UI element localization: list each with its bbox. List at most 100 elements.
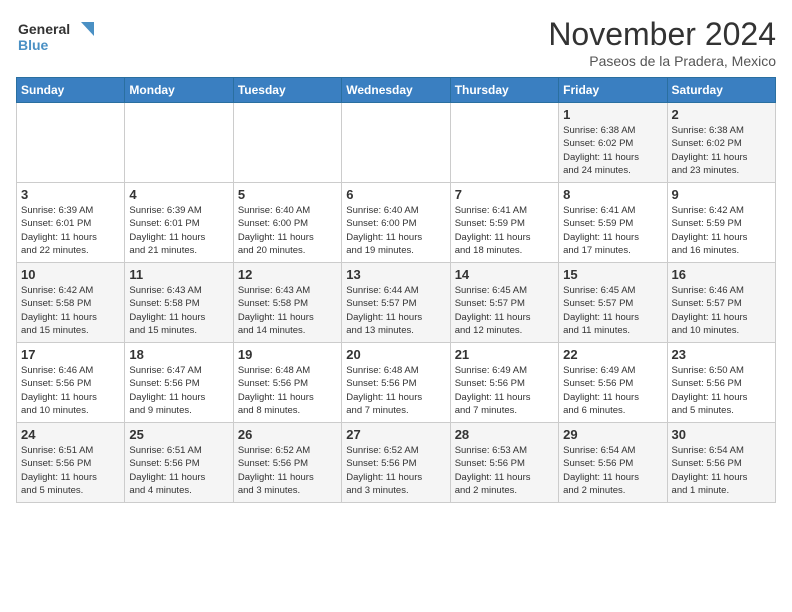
- day-number: 24: [21, 427, 120, 442]
- day-info: Sunrise: 6:48 AM Sunset: 5:56 PM Dayligh…: [238, 364, 337, 417]
- day-info: Sunrise: 6:53 AM Sunset: 5:56 PM Dayligh…: [455, 444, 554, 497]
- location: Paseos de la Pradera, Mexico: [548, 53, 776, 69]
- day-number: 28: [455, 427, 554, 442]
- calendar-cell: 25 Sunrise: 6:51 AM Sunset: 5:56 PM Dayli…: [125, 423, 233, 503]
- logo-svg: General Blue: [16, 16, 96, 60]
- day-info: Sunrise: 6:51 AM Sunset: 5:56 PM Dayligh…: [129, 444, 228, 497]
- calendar-cell: 24 Sunrise: 6:51 AM Sunset: 5:56 PM Dayli…: [17, 423, 125, 503]
- day-info: Sunrise: 6:52 AM Sunset: 5:56 PM Dayligh…: [238, 444, 337, 497]
- day-info: Sunrise: 6:50 AM Sunset: 5:56 PM Dayligh…: [672, 364, 771, 417]
- calendar-cell: 14 Sunrise: 6:45 AM Sunset: 5:57 PM Dayli…: [450, 263, 558, 343]
- calendar-cell: 26 Sunrise: 6:52 AM Sunset: 5:56 PM Dayli…: [233, 423, 341, 503]
- calendar-cell: 28 Sunrise: 6:53 AM Sunset: 5:56 PM Dayli…: [450, 423, 558, 503]
- day-number: 9: [672, 187, 771, 202]
- day-info: Sunrise: 6:40 AM Sunset: 6:00 PM Dayligh…: [238, 204, 337, 257]
- calendar-week-4: 17Sunrise: 6:46 AM Sunset: 5:56 PM Dayli…: [17, 343, 776, 423]
- day-number: 18: [129, 347, 228, 362]
- day-info: Sunrise: 6:52 AM Sunset: 5:56 PM Dayligh…: [346, 444, 445, 497]
- day-number: 26: [238, 427, 337, 442]
- day-info: Sunrise: 6:46 AM Sunset: 5:56 PM Dayligh…: [21, 364, 120, 417]
- day-number: 30: [672, 427, 771, 442]
- day-info: Sunrise: 6:49 AM Sunset: 5:56 PM Dayligh…: [455, 364, 554, 417]
- day-number: 29: [563, 427, 662, 442]
- day-info: Sunrise: 6:39 AM Sunset: 6:01 PM Dayligh…: [21, 204, 120, 257]
- calendar-cell: 3 Sunrise: 6:39 AM Sunset: 6:01 PM Daylig…: [17, 183, 125, 263]
- calendar-cell: 16Sunrise: 6:46 AM Sunset: 5:57 PM Dayli…: [667, 263, 775, 343]
- calendar-cell: [450, 103, 558, 183]
- header-friday: Friday: [559, 78, 667, 103]
- day-info: Sunrise: 6:43 AM Sunset: 5:58 PM Dayligh…: [238, 284, 337, 337]
- day-number: 16: [672, 267, 771, 282]
- day-info: Sunrise: 6:38 AM Sunset: 6:02 PM Dayligh…: [672, 124, 771, 177]
- calendar-cell: [342, 103, 450, 183]
- day-number: 15: [563, 267, 662, 282]
- header-wednesday: Wednesday: [342, 78, 450, 103]
- calendar-cell: 21 Sunrise: 6:49 AM Sunset: 5:56 PM Dayli…: [450, 343, 558, 423]
- calendar-cell: 7Sunrise: 6:41 AM Sunset: 5:59 PM Daylig…: [450, 183, 558, 263]
- day-number: 2: [672, 107, 771, 122]
- page-header: General Blue November 2024 Paseos de la …: [16, 16, 776, 69]
- calendar-table: SundayMondayTuesdayWednesdayThursdayFrid…: [16, 77, 776, 503]
- day-number: 5: [238, 187, 337, 202]
- day-number: 21: [455, 347, 554, 362]
- calendar-cell: 12 Sunrise: 6:43 AM Sunset: 5:58 PM Dayli…: [233, 263, 341, 343]
- calendar-cell: 23 Sunrise: 6:50 AM Sunset: 5:56 PM Dayli…: [667, 343, 775, 423]
- calendar-cell: 1Sunrise: 6:38 AM Sunset: 6:02 PM Daylig…: [559, 103, 667, 183]
- calendar-cell: 2 Sunrise: 6:38 AM Sunset: 6:02 PM Daylig…: [667, 103, 775, 183]
- calendar-cell: 19Sunrise: 6:48 AM Sunset: 5:56 PM Dayli…: [233, 343, 341, 423]
- day-info: Sunrise: 6:47 AM Sunset: 5:56 PM Dayligh…: [129, 364, 228, 417]
- day-number: 6: [346, 187, 445, 202]
- calendar-cell: 13Sunrise: 6:44 AM Sunset: 5:57 PM Dayli…: [342, 263, 450, 343]
- day-number: 3: [21, 187, 120, 202]
- calendar-cell: 29 Sunrise: 6:54 AM Sunset: 5:56 PM Dayli…: [559, 423, 667, 503]
- day-number: 23: [672, 347, 771, 362]
- day-number: 8: [563, 187, 662, 202]
- day-number: 11: [129, 267, 228, 282]
- calendar-cell: 17Sunrise: 6:46 AM Sunset: 5:56 PM Dayli…: [17, 343, 125, 423]
- header-tuesday: Tuesday: [233, 78, 341, 103]
- calendar-cell: 30 Sunrise: 6:54 AM Sunset: 5:56 PM Dayli…: [667, 423, 775, 503]
- day-info: Sunrise: 6:54 AM Sunset: 5:56 PM Dayligh…: [672, 444, 771, 497]
- day-info: Sunrise: 6:49 AM Sunset: 5:56 PM Dayligh…: [563, 364, 662, 417]
- calendar-header-row: SundayMondayTuesdayWednesdayThursdayFrid…: [17, 78, 776, 103]
- calendar-cell: 27 Sunrise: 6:52 AM Sunset: 5:56 PM Dayli…: [342, 423, 450, 503]
- calendar-cell: 15 Sunrise: 6:45 AM Sunset: 5:57 PM Dayli…: [559, 263, 667, 343]
- svg-text:Blue: Blue: [18, 37, 49, 53]
- calendar-cell: 8 Sunrise: 6:41 AM Sunset: 5:59 PM Daylig…: [559, 183, 667, 263]
- month-title: November 2024: [548, 16, 776, 53]
- day-info: Sunrise: 6:45 AM Sunset: 5:57 PM Dayligh…: [563, 284, 662, 337]
- day-info: Sunrise: 6:51 AM Sunset: 5:56 PM Dayligh…: [21, 444, 120, 497]
- calendar-cell: 9 Sunrise: 6:42 AM Sunset: 5:59 PM Daylig…: [667, 183, 775, 263]
- day-info: Sunrise: 6:39 AM Sunset: 6:01 PM Dayligh…: [129, 204, 228, 257]
- day-number: 27: [346, 427, 445, 442]
- calendar-cell: [233, 103, 341, 183]
- calendar-cell: 22 Sunrise: 6:49 AM Sunset: 5:56 PM Dayli…: [559, 343, 667, 423]
- day-info: Sunrise: 6:40 AM Sunset: 6:00 PM Dayligh…: [346, 204, 445, 257]
- calendar-cell: 18 Sunrise: 6:47 AM Sunset: 5:56 PM Dayli…: [125, 343, 233, 423]
- day-info: Sunrise: 6:41 AM Sunset: 5:59 PM Dayligh…: [563, 204, 662, 257]
- day-number: 22: [563, 347, 662, 362]
- header-sunday: Sunday: [17, 78, 125, 103]
- calendar-cell: 10 Sunrise: 6:42 AM Sunset: 5:58 PM Dayli…: [17, 263, 125, 343]
- day-number: 10: [21, 267, 120, 282]
- day-number: 13: [346, 267, 445, 282]
- day-info: Sunrise: 6:41 AM Sunset: 5:59 PM Dayligh…: [455, 204, 554, 257]
- calendar-week-1: 1Sunrise: 6:38 AM Sunset: 6:02 PM Daylig…: [17, 103, 776, 183]
- day-info: Sunrise: 6:54 AM Sunset: 5:56 PM Dayligh…: [563, 444, 662, 497]
- day-number: 25: [129, 427, 228, 442]
- calendar-cell: 20Sunrise: 6:48 AM Sunset: 5:56 PM Dayli…: [342, 343, 450, 423]
- logo: General Blue: [16, 16, 96, 60]
- svg-text:General: General: [18, 21, 70, 37]
- day-info: Sunrise: 6:38 AM Sunset: 6:02 PM Dayligh…: [563, 124, 662, 177]
- day-info: Sunrise: 6:45 AM Sunset: 5:57 PM Dayligh…: [455, 284, 554, 337]
- day-info: Sunrise: 6:42 AM Sunset: 5:59 PM Dayligh…: [672, 204, 771, 257]
- day-info: Sunrise: 6:48 AM Sunset: 5:56 PM Dayligh…: [346, 364, 445, 417]
- calendar-week-5: 24 Sunrise: 6:51 AM Sunset: 5:56 PM Dayli…: [17, 423, 776, 503]
- day-number: 4: [129, 187, 228, 202]
- calendar-week-3: 10 Sunrise: 6:42 AM Sunset: 5:58 PM Dayli…: [17, 263, 776, 343]
- day-number: 14: [455, 267, 554, 282]
- day-number: 12: [238, 267, 337, 282]
- calendar-cell: 6 Sunrise: 6:40 AM Sunset: 6:00 PM Daylig…: [342, 183, 450, 263]
- day-info: Sunrise: 6:42 AM Sunset: 5:58 PM Dayligh…: [21, 284, 120, 337]
- calendar-week-2: 3 Sunrise: 6:39 AM Sunset: 6:01 PM Daylig…: [17, 183, 776, 263]
